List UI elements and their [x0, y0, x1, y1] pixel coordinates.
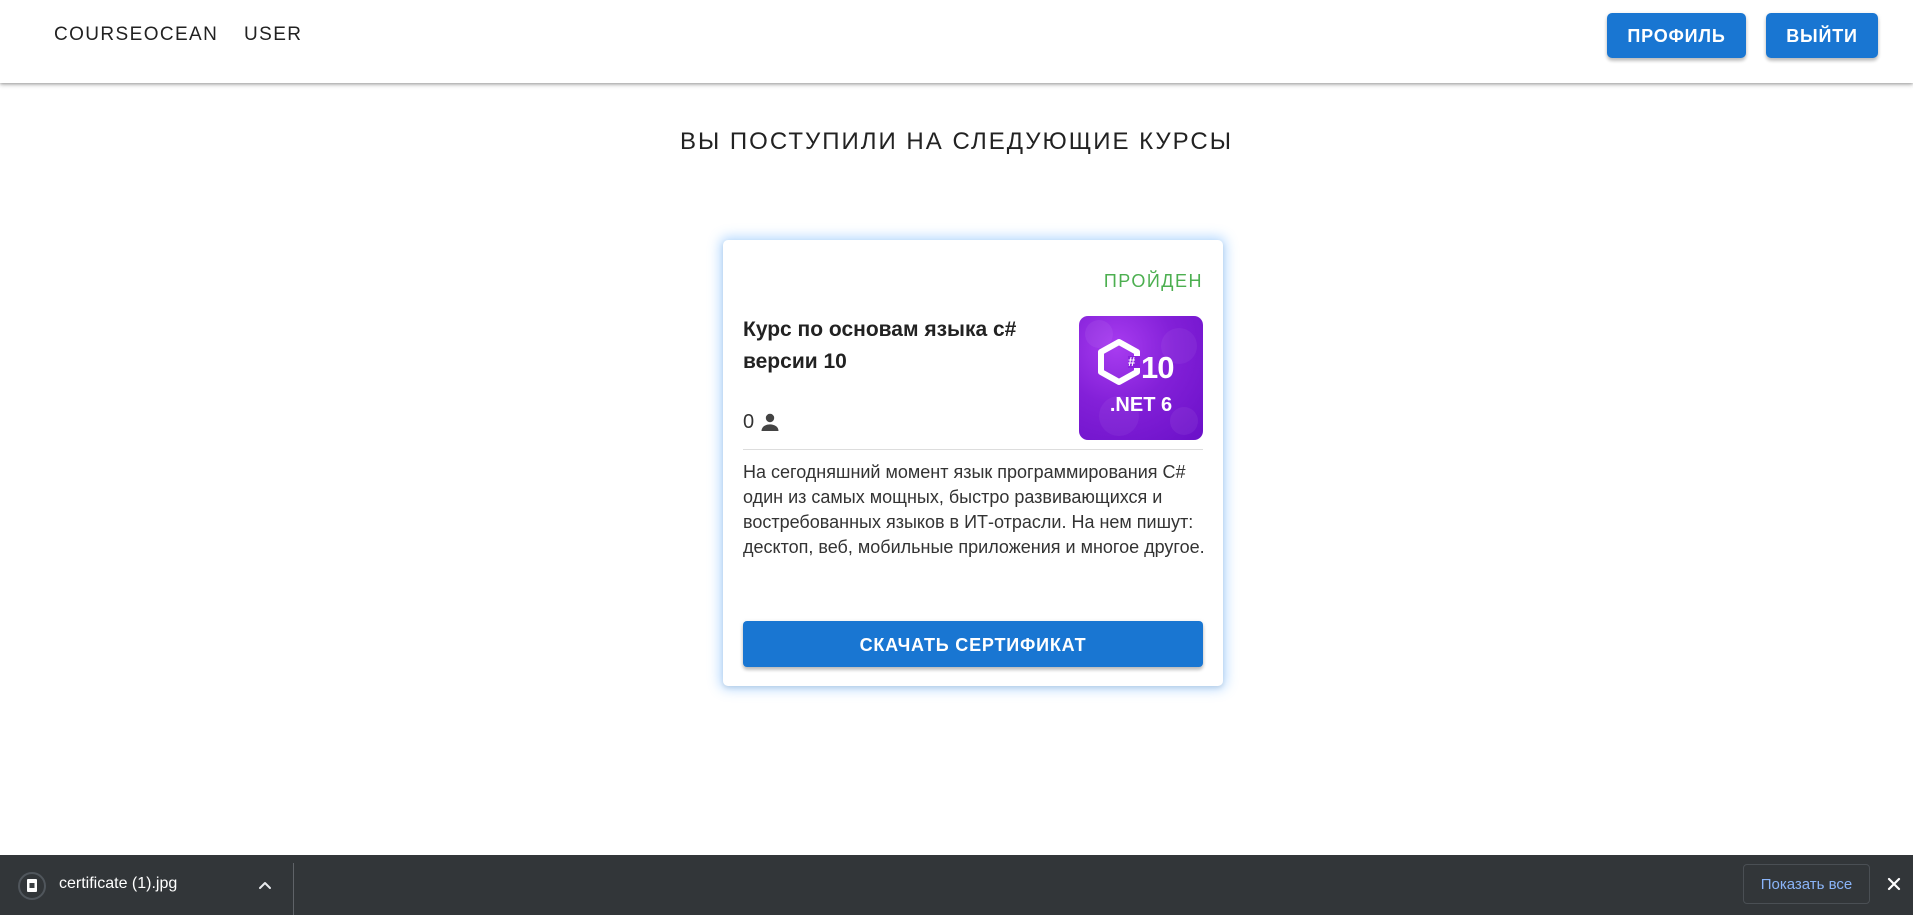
- logo-hash-text: #: [1128, 354, 1136, 369]
- status-badge: ПРОЙДЕН: [1103, 271, 1203, 291]
- download-bar: certificate (1).jpg Показать все: [0, 855, 1913, 915]
- close-icon[interactable]: [1884, 874, 1904, 894]
- app-bar: COURSEOCEAN USER ПРОФИЛЬ ВЫЙТИ: [0, 0, 1913, 83]
- logo-version-text: 10: [1141, 350, 1173, 385]
- card-divider: [743, 449, 1203, 450]
- course-image: # 10 .NET 6: [1079, 316, 1203, 440]
- logout-button[interactable]: ВЫЙТИ: [1766, 13, 1878, 58]
- page-title: ВЫ ПОСТУПИЛИ НА СЛЕДУЮЩИЕ КУРСЫ: [679, 128, 1233, 155]
- profile-button[interactable]: ПРОФИЛЬ: [1607, 13, 1746, 58]
- course-title: Курс по основам языка c# версии 10: [743, 318, 1017, 373]
- download-separator: [293, 863, 294, 915]
- download-filename[interactable]: certificate (1).jpg: [59, 875, 177, 893]
- person-icon: [761, 413, 779, 431]
- chevron-up-icon[interactable]: [255, 875, 275, 895]
- participants-count: 0: [743, 410, 782, 434]
- course-description: На сегодняшний момент язык программирова…: [743, 462, 1205, 557]
- user-link[interactable]: USER: [244, 24, 302, 46]
- document-icon: [27, 879, 37, 892]
- logo-net-text: .NET 6: [1110, 394, 1172, 416]
- show-all-button[interactable]: Показать все: [1743, 864, 1870, 904]
- participants-count-value: 0: [743, 410, 755, 433]
- download-certificate-button[interactable]: СКАЧАТЬ СЕРТИФИКАТ: [743, 621, 1203, 667]
- csharp-net-logo: # 10 .NET 6: [1085, 320, 1198, 436]
- brand-link[interactable]: COURSEOCEAN: [54, 24, 218, 46]
- file-icon: [18, 872, 46, 900]
- course-card: ПРОЙДЕН Курс по основам языка c# версии …: [723, 240, 1223, 686]
